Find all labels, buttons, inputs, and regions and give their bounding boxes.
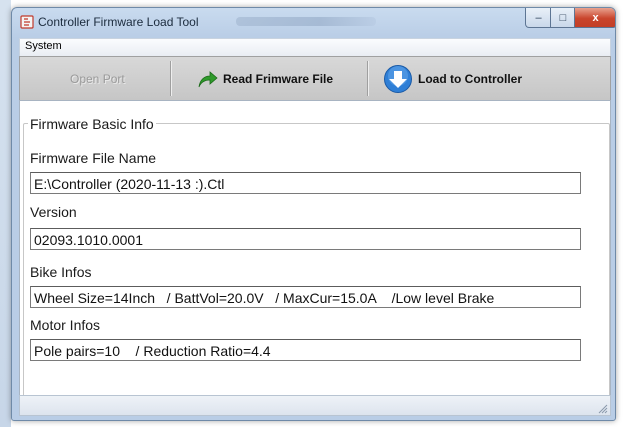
desktop-edge [0,0,11,427]
toolbar-separator [367,61,369,96]
bike-infos-field[interactable]: Wheel Size=14Inch / BattVol=20.0V / MaxC… [30,286,581,308]
toolbar: Open Port Read Frimware File Load to Con… [19,56,611,101]
close-button[interactable]: x [574,8,615,28]
green-arrow-icon [198,70,218,87]
main-panel: Firmware Basic Info Firmware File Name E… [19,100,611,403]
file-name-field[interactable]: E:\Controller (2020-11-13 :).Ctl [30,172,581,194]
version-field[interactable]: 02093.1010.0001 [30,228,581,250]
menu-system[interactable]: System [25,40,62,52]
group-title: Firmware Basic Info [28,116,156,132]
menu-bar: System [19,38,611,57]
maximize-button[interactable]: □ [550,8,576,28]
minimize-button[interactable]: – [525,8,552,28]
read-firmware-button[interactable]: Read Frimware File [196,57,333,100]
load-controller-label: Load to Controller [418,71,522,86]
read-firmware-label: Read Frimware File [223,71,334,86]
bike-infos-label: Bike Infos [30,264,92,280]
open-port-button[interactable]: Open Port [70,57,125,100]
window-title: Controller Firmware Load Tool [38,15,199,29]
open-port-label: Open Port [70,71,125,86]
toolbar-separator [170,61,172,96]
motor-infos-field[interactable]: Pole pairs=10 / Reduction Ratio=4.4 [30,339,581,361]
version-label: Version [30,204,77,220]
file-name-label: Firmware File Name [30,150,157,166]
resize-grip-icon[interactable] [596,402,608,414]
status-bar [19,395,611,416]
app-window: Controller Firmware Load Tool – □ x Syst… [11,7,616,421]
blue-down-arrow-icon [384,64,412,93]
load-controller-button[interactable]: Load to Controller [383,57,522,100]
app-icon [20,15,34,29]
motor-infos-label: Motor Infos [30,317,101,333]
title-bar[interactable]: Controller Firmware Load Tool – □ x [12,8,615,36]
title-blur [236,17,376,26]
